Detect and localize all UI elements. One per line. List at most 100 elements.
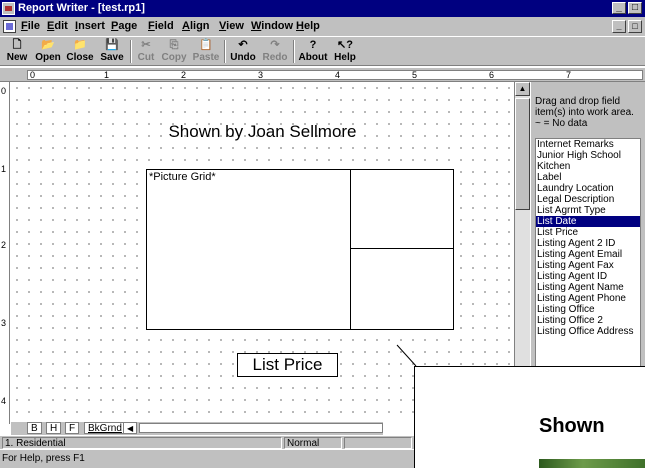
context-help-icon: ↖? <box>337 39 353 51</box>
status-pane-group: 1. Residential <box>2 437 282 449</box>
toolbar-separator <box>224 40 226 63</box>
undo-button[interactable]: ↶ Undo <box>228 38 258 65</box>
report-title-field[interactable]: Shown by Joan Sellmore <box>11 122 514 142</box>
ruler-number: 0 <box>1 86 7 96</box>
field-list-item[interactable]: Listing Agent 2 ID <box>536 238 640 249</box>
minimize-button[interactable]: _ <box>612 2 626 14</box>
paste-button[interactable]: 📋 Paste <box>190 38 222 65</box>
question-mark-icon: ? <box>309 39 317 51</box>
field-list-item[interactable]: List Agrmt Type <box>536 205 640 216</box>
field-list-item[interactable]: Listing Agent Email <box>536 249 640 260</box>
field-list-item[interactable]: Listing Office 2 <box>536 315 640 326</box>
tab-header[interactable]: H <box>46 422 62 434</box>
cut-button[interactable]: ✂ Cut <box>134 38 158 65</box>
ruler-number: 2 <box>1 240 7 250</box>
zoom-callout: Shown <box>414 366 645 468</box>
no-data-note: ~ = No data <box>535 118 588 129</box>
tab-body[interactable]: B <box>27 422 42 434</box>
mdi-minimize-button[interactable]: _ <box>612 20 626 33</box>
picture-grid-cell[interactable] <box>350 248 454 330</box>
scroll-thumb[interactable] <box>515 98 530 210</box>
horizontal-scrollbar[interactable] <box>139 423 383 433</box>
field-list-item[interactable]: Internet Remarks <box>536 139 640 150</box>
scissors-icon: ✂ <box>141 39 151 51</box>
field-list-item[interactable]: Listing Agent Fax <box>536 260 640 271</box>
field-list-item[interactable]: Listing Agent Phone <box>536 293 640 304</box>
menu-align[interactable]: Align <box>182 20 210 32</box>
clipboard-icon: 📋 <box>199 39 213 51</box>
ruler-number: 4 <box>335 70 341 80</box>
new-button[interactable]: 🗋 New <box>3 38 31 65</box>
ruler-number: 2 <box>181 70 187 80</box>
menu-field[interactable]: Field <box>148 20 174 32</box>
zoom-callout-title: Shown <box>539 415 605 437</box>
open-button-label: Open <box>35 52 61 63</box>
cut-button-label: Cut <box>137 52 155 63</box>
picture-grid-cell[interactable] <box>350 169 454 249</box>
toolbar-separator <box>293 40 295 63</box>
redo-button-label: Redo <box>262 52 288 63</box>
toolbar: 🗋 New 📂 Open 📁 Close 💾 Save ✂ Cut ⎘ Copy… <box>0 36 645 66</box>
document-icon[interactable] <box>3 20 16 33</box>
redo-button[interactable]: ↷ Redo <box>260 38 290 65</box>
about-button[interactable]: ? About <box>297 38 329 65</box>
copy-button-label: Copy <box>161 52 187 63</box>
maximize-button[interactable]: □ <box>628 2 642 14</box>
horizontal-ruler: 0 1 2 3 4 5 6 7 <box>0 68 645 82</box>
ruler-number: 3 <box>258 70 264 80</box>
floppy-disk-icon: 💾 <box>105 39 119 51</box>
field-list-item[interactable]: Junior High School <box>536 150 640 161</box>
field-list-item[interactable]: Listing Office <box>536 304 640 315</box>
field-panel-hint: Drag and drop field item(s) into work ar… <box>535 96 645 129</box>
help-button[interactable]: ↖? Help <box>331 38 359 65</box>
copy-button[interactable]: ⎘ Copy <box>160 38 188 65</box>
menu-help[interactable]: Help <box>296 20 320 32</box>
tab-background[interactable]: BkGrnd <box>84 422 126 434</box>
ruler-number: 3 <box>1 318 7 328</box>
list-price-field[interactable]: List Price <box>237 353 338 377</box>
drag-drop-hint: Drag and drop field item(s) into work ar… <box>535 96 634 118</box>
field-list-item[interactable]: Listing Office Address <box>536 326 640 337</box>
app-icon[interactable] <box>2 2 15 15</box>
ruler-number: 4 <box>1 396 7 406</box>
field-list-item[interactable]: Label <box>536 172 640 183</box>
menu-page[interactable]: Page <box>111 20 137 32</box>
window-title: Report Writer - [test.rp1] <box>18 2 145 14</box>
save-button-label: Save <box>100 52 124 63</box>
open-button[interactable]: 📂 Open <box>33 38 63 65</box>
menu-window[interactable]: Window <box>251 20 293 32</box>
field-list-item[interactable]: Legal Description <box>536 194 640 205</box>
vertical-ruler: 0 1 2 3 4 <box>0 82 10 424</box>
field-list-item[interactable]: Listing Agent Name <box>536 282 640 293</box>
ruler-number: 1 <box>1 164 7 174</box>
mdi-restore-button[interactable]: □ <box>628 20 642 33</box>
menu-insert[interactable]: Insert <box>75 20 105 32</box>
field-list-item[interactable]: List Price <box>536 227 640 238</box>
save-button[interactable]: 💾 Save <box>97 38 127 65</box>
ruler-number: 1 <box>104 70 110 80</box>
ruler-number: 7 <box>566 70 572 80</box>
field-list-item[interactable]: Kitchen <box>536 161 640 172</box>
section-tabs: B H F BkGrnd ◀ <box>11 422 383 435</box>
ruler-number: 5 <box>412 70 418 80</box>
tab-scroll-left-icon[interactable]: ◀ <box>123 422 138 434</box>
field-list-item-selected[interactable]: List Date <box>536 216 640 227</box>
ruler-number: 6 <box>489 70 495 80</box>
ruler-number: 0 <box>30 70 36 80</box>
field-list-item[interactable]: Listing Agent ID <box>536 271 640 282</box>
undo-arrow-icon: ↶ <box>238 39 248 51</box>
about-button-label: About <box>298 52 328 63</box>
close-button[interactable]: 📁 Close <box>65 38 95 65</box>
picture-grid-field[interactable]: *Picture Grid* <box>146 169 352 330</box>
open-folder-icon: 📂 <box>41 39 55 51</box>
copy-icon: ⎘ <box>169 39 179 51</box>
toolbar-separator <box>130 40 132 63</box>
tab-footer[interactable]: F <box>65 422 80 434</box>
close-button-label: Close <box>66 52 94 63</box>
scroll-up-arrow-icon[interactable]: ▲ <box>515 82 530 96</box>
menu-file[interactable]: File <box>21 20 40 32</box>
menu-view[interactable]: View <box>219 20 244 32</box>
field-list-item[interactable]: Laundry Location <box>536 183 640 194</box>
menu-bar: File Edit Insert Page Field Align View W… <box>0 17 645 36</box>
menu-edit[interactable]: Edit <box>47 20 68 32</box>
